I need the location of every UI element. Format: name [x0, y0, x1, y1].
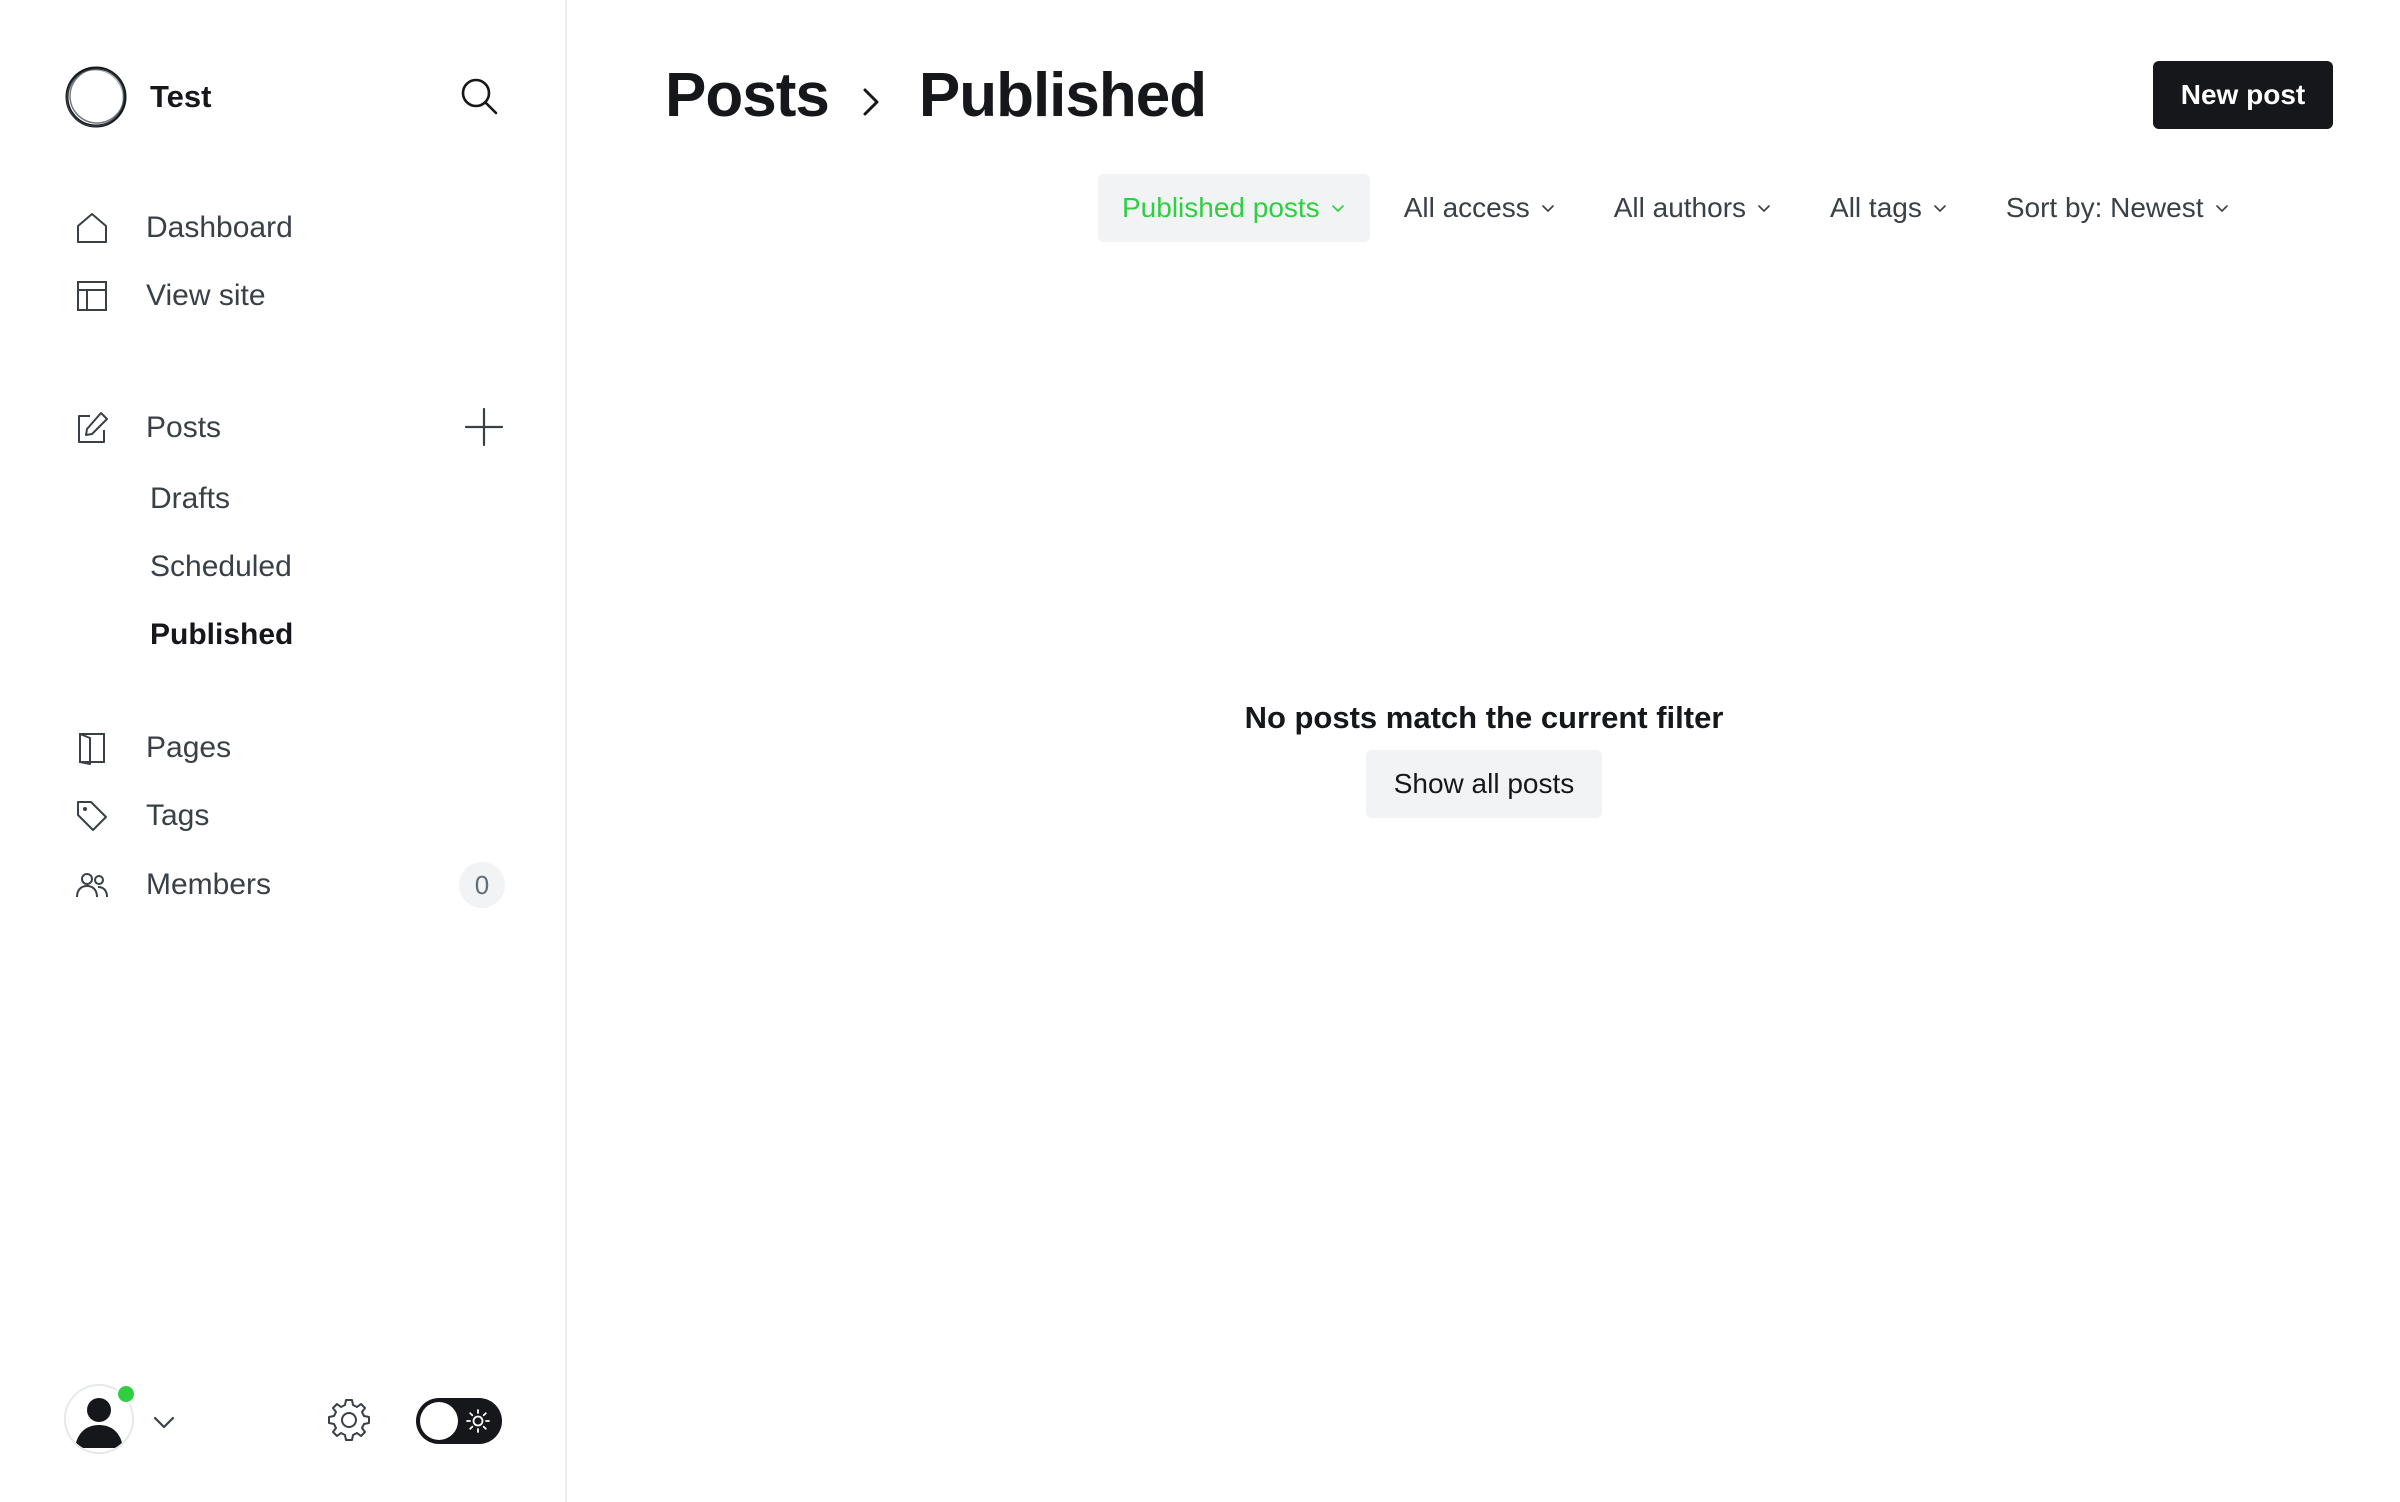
site-title: Test	[150, 79, 212, 114]
chevron-right-icon	[849, 80, 893, 124]
plus-icon	[464, 407, 504, 447]
sidebar-item-label: Members	[146, 868, 272, 901]
account-menu-toggle[interactable]	[150, 1408, 178, 1436]
empty-state-message: No posts match the current filter	[1244, 700, 1724, 735]
filter-authors-dropdown[interactable]: All authors	[1590, 174, 1796, 242]
filter-tags-dropdown[interactable]: All tags	[1806, 174, 1972, 242]
sidebar-item-view-site[interactable]: View site	[72, 266, 512, 326]
sidebar-item-label: Tags	[146, 799, 210, 832]
main-content: Posts Published New post Published posts…	[568, 0, 2400, 1502]
page-title: Published	[918, 60, 1207, 130]
search-icon	[461, 78, 498, 115]
sidebar-item-posts[interactable]: Posts	[72, 398, 452, 458]
gear-icon	[328, 1399, 370, 1441]
sidebar-item-label: Dashboard	[146, 211, 293, 244]
filter-label: All tags	[1830, 192, 1922, 223]
breadcrumb: Posts Published	[665, 52, 1207, 138]
sidebar-item-tags[interactable]: Tags	[72, 786, 512, 846]
show-all-posts-button[interactable]: Show all posts	[1365, 750, 1603, 818]
chevron-down-icon	[1540, 200, 1556, 216]
sidebar-footer	[64, 1380, 504, 1460]
chevron-down-icon	[1330, 200, 1346, 216]
theme-toggle[interactable]	[416, 1398, 502, 1444]
home-icon	[72, 208, 112, 248]
sidebar-item-members[interactable]: Members	[72, 855, 452, 915]
sidebar-item-label: Pages	[146, 731, 232, 764]
chevron-down-icon	[153, 1416, 175, 1429]
tag-icon	[72, 796, 112, 836]
empty-state: No posts match the current filter Show a…	[568, 700, 2400, 818]
filter-label: Sort by: Newest	[2005, 192, 2204, 223]
new-post-button[interactable]: New post	[2153, 61, 2333, 129]
pages-icon	[72, 728, 112, 768]
user-avatar-button[interactable]	[64, 1384, 136, 1454]
members-icon	[72, 865, 112, 905]
sidebar-item-dashboard[interactable]: Dashboard	[72, 198, 512, 258]
app: Test Dashboard View site Posts Drafts Sc…	[0, 0, 2400, 1502]
brand[interactable]: Test	[64, 64, 211, 130]
filter-access-dropdown[interactable]: All access	[1380, 174, 1580, 242]
online-status-indicator	[116, 1384, 136, 1404]
edit-icon	[72, 408, 112, 448]
breadcrumb-posts-link[interactable]: Posts	[665, 60, 830, 131]
filter-label: All access	[1403, 192, 1530, 223]
members-count-badge: 0	[459, 862, 505, 908]
chevron-down-icon	[2214, 200, 2230, 216]
search-button[interactable]	[457, 74, 501, 118]
chevron-down-icon	[1932, 200, 1948, 216]
filter-label: Published posts	[1122, 192, 1320, 223]
filter-label: All authors	[1613, 192, 1747, 223]
sidebar-subitem-published[interactable]: Published	[150, 607, 293, 663]
site-logo-icon	[65, 66, 127, 128]
toggle-knob	[420, 1402, 458, 1440]
sidebar: Test Dashboard View site Posts Drafts Sc…	[0, 0, 567, 1502]
sort-dropdown[interactable]: Sort by: Newest	[1982, 174, 2254, 242]
add-post-button[interactable]	[463, 406, 505, 448]
sidebar-item-pages[interactable]: Pages	[72, 718, 512, 778]
sidebar-item-label: View site	[146, 279, 266, 312]
filter-type-dropdown[interactable]: Published posts	[1098, 174, 1370, 242]
sidebar-subitem-scheduled[interactable]: Scheduled	[150, 539, 292, 595]
layout-icon	[72, 276, 112, 316]
sun-icon	[466, 1409, 490, 1433]
settings-button[interactable]	[326, 1396, 372, 1442]
sidebar-item-label: Posts	[146, 411, 222, 444]
filter-bar: Published posts All access All authors A…	[1098, 174, 2264, 242]
chevron-down-icon	[1756, 200, 1772, 216]
sidebar-subitem-drafts[interactable]: Drafts	[150, 471, 230, 527]
